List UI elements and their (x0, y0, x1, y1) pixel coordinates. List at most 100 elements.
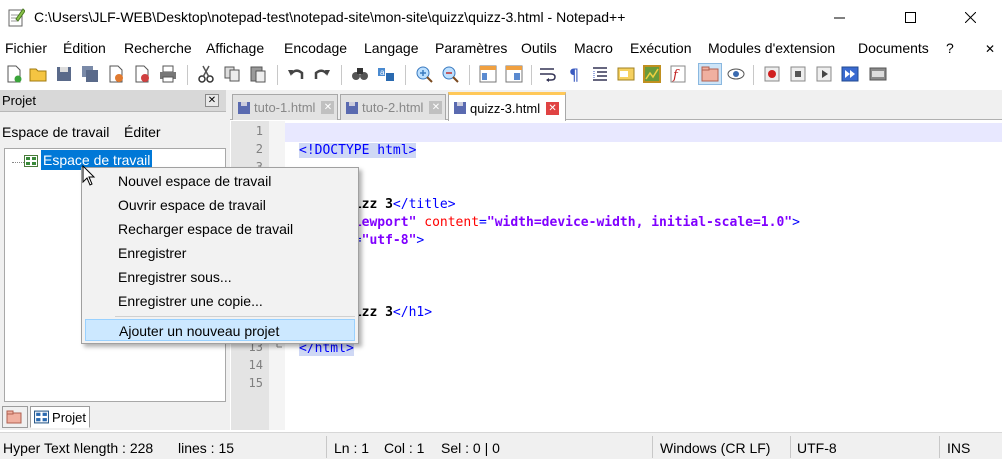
save-macro-button[interactable] (868, 64, 888, 84)
menu-affichage[interactable]: Affichage (206, 40, 264, 56)
folder-as-workspace-button[interactable] (698, 63, 722, 85)
status-length: length : 228 (80, 440, 154, 456)
line-number: 2 (255, 142, 263, 156)
sync-vertical-button[interactable] (478, 64, 498, 84)
undo-button[interactable] (286, 64, 306, 84)
record-macro-button[interactable] (762, 64, 782, 84)
status-separator (790, 436, 791, 458)
save-icon (57, 67, 71, 81)
ctx-save-copy[interactable]: Enregistrer une copie... (85, 290, 355, 312)
panel-close-button[interactable]: ✕ (205, 94, 219, 107)
open-file-button[interactable] (28, 64, 48, 84)
tab-label: tuto-1.html (254, 100, 316, 115)
current-line-highlight (285, 123, 1002, 142)
minimize-icon (833, 17, 845, 18)
tab-label: tuto-2.html (362, 100, 424, 115)
udl-button[interactable] (616, 64, 636, 84)
tab-tuto-1[interactable]: tuto-1.html ✕ (232, 94, 338, 120)
menu-execution[interactable]: Exécution (630, 40, 691, 56)
sync-horizontal-icon (505, 65, 523, 83)
replace-button[interactable]: a (376, 64, 396, 84)
save-all-button[interactable] (80, 64, 100, 84)
menu-langage[interactable]: Langage (364, 40, 419, 56)
zoom-out-icon (442, 66, 459, 83)
binoculars-icon (352, 68, 368, 80)
save-button[interactable] (54, 64, 74, 84)
pilcrow-icon: ¶ (569, 65, 579, 83)
panel-menu-edit[interactable]: Éditer (124, 124, 161, 140)
menu-recherche[interactable]: Recherche (124, 40, 192, 56)
panel-menu-workspace[interactable]: Espace de travail (2, 124, 109, 140)
tab-tuto-2[interactable]: tuto-2.html ✕ (340, 94, 446, 120)
show-all-chars-button[interactable]: ¶ (564, 64, 584, 84)
redo-button[interactable] (312, 64, 332, 84)
eye-icon (727, 68, 745, 80)
menu-parametres[interactable]: Paramètres (435, 40, 507, 56)
zoom-out-button[interactable] (440, 64, 460, 84)
doc-map-button[interactable] (642, 64, 662, 84)
menu-modules-extension[interactable]: Modules d'extension (708, 40, 835, 56)
stop-icon (790, 66, 806, 82)
svg-text:¶: ¶ (569, 65, 579, 83)
zoom-in-button[interactable] (414, 64, 434, 84)
indent-guide-button[interactable] (590, 64, 610, 84)
workspace-context-menu: Nouvel espace de travail Ouvrir espace d… (81, 167, 359, 344)
copy-button[interactable] (222, 64, 242, 84)
new-file-icon (7, 65, 22, 83)
tab-quizz-3[interactable]: quizz-3.html ✕ (448, 92, 566, 121)
ctx-new-workspace[interactable]: Nouvel espace de travail (85, 170, 355, 192)
line-number: 1 (255, 124, 263, 138)
ctx-save[interactable]: Enregistrer (85, 242, 355, 264)
new-file-button[interactable] (4, 64, 24, 84)
close-window-button[interactable] (947, 0, 993, 34)
tab-close-icon[interactable]: ✕ (429, 101, 443, 114)
panel-tab-folder[interactable] (2, 406, 28, 428)
status-selection: Sel : 0 | 0 (441, 440, 500, 456)
close-file-button[interactable] (106, 64, 126, 84)
function-list-button[interactable]: f (668, 64, 688, 84)
play-macro-button[interactable] (814, 64, 834, 84)
status-insert-mode: INS (947, 440, 971, 456)
ctx-add-new-project[interactable]: Ajouter un nouveau projet (85, 319, 355, 341)
print-button[interactable] (158, 64, 178, 84)
word-wrap-button[interactable] (538, 64, 558, 84)
menu-outils[interactable]: Outils (521, 40, 557, 56)
folder-workspace-icon (701, 66, 719, 82)
minimize-button[interactable] (816, 0, 862, 34)
find-button[interactable] (350, 64, 370, 84)
mouse-pointer-icon (82, 165, 96, 186)
tab-close-icon[interactable]: ✕ (546, 101, 560, 115)
menu-help[interactable]: ? (946, 40, 954, 56)
sync-horizontal-button[interactable] (504, 64, 524, 84)
status-lines: lines : 15 (178, 440, 235, 456)
open-folder-icon (29, 68, 47, 82)
tab-close-icon[interactable]: ✕ (321, 101, 335, 114)
ctx-save-as[interactable]: Enregistrer sous... (85, 266, 355, 288)
run-macro-multiple-button[interactable] (840, 64, 860, 84)
monitoring-button[interactable] (726, 64, 746, 84)
maximize-button[interactable] (887, 0, 933, 34)
panel-header: Projet ✕ (0, 90, 226, 112)
user-language-icon (617, 67, 635, 81)
status-line: Ln : 1 (334, 440, 370, 456)
menu-encodage[interactable]: Encodage (284, 40, 347, 56)
close-all-button[interactable] (132, 64, 152, 84)
ctx-open-workspace[interactable]: Ouvrir espace de travail (85, 194, 355, 216)
status-separator (652, 436, 653, 458)
menu-fichier[interactable]: Fichier (5, 40, 47, 56)
ctx-reload-workspace[interactable]: Recharger espace de travail (85, 218, 355, 240)
menu-documents[interactable]: Documents (858, 40, 929, 56)
status-file-type: Hyper Text Markup Language file (3, 440, 79, 456)
stop-macro-button[interactable] (788, 64, 808, 84)
panel-tab-projet[interactable]: Projet (30, 406, 90, 428)
redo-icon (314, 69, 330, 79)
paste-button[interactable] (248, 64, 268, 84)
code-line-meta-viewport: name="viewport" content="width=device-wi… (299, 214, 800, 232)
cut-button[interactable] (196, 64, 216, 84)
menu-macro[interactable]: Macro (574, 40, 613, 56)
copy-icon (224, 66, 240, 82)
notepad-plus-plus-app-icon (8, 8, 25, 27)
menu-edition[interactable]: Édition (63, 40, 106, 56)
document-map-icon (643, 65, 661, 83)
close-document-button[interactable]: ✕ (985, 42, 995, 56)
